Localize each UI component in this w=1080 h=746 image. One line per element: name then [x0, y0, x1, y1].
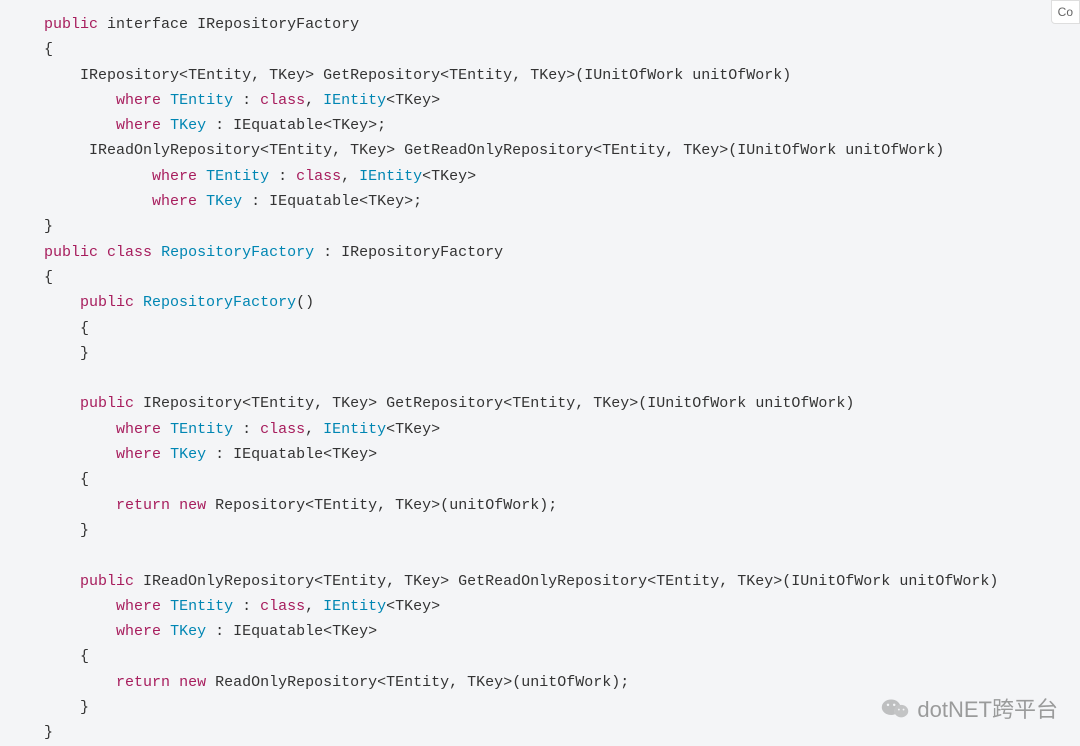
tp: TKey: [368, 193, 404, 210]
param-name: unitOfWork: [899, 573, 989, 590]
class-name: RepositoryFactory: [161, 244, 314, 261]
keyword-public: public: [80, 294, 134, 311]
param-type: IUnitOfWork: [737, 142, 836, 159]
type-iequatable: IEquatable: [269, 193, 359, 210]
arg: unitOfWork: [449, 497, 539, 514]
keyword-new: new: [179, 674, 206, 691]
tp: TEntity: [251, 395, 314, 412]
keyword-public: public: [44, 16, 98, 33]
keyword-where: where: [152, 193, 197, 210]
type-iequatable: IEquatable: [233, 117, 323, 134]
keyword-where: where: [116, 446, 161, 463]
keyword-class: class: [260, 92, 305, 109]
param-name: unitOfWork: [845, 142, 935, 159]
param-type: IUnitOfWork: [791, 573, 890, 590]
param-name: unitOfWork: [692, 67, 782, 84]
tp: TEntity: [314, 497, 377, 514]
keyword-where: where: [116, 421, 161, 438]
tp: TEntity: [206, 168, 269, 185]
tp: TEntity: [170, 92, 233, 109]
tp: TKey: [530, 67, 566, 84]
keyword-public: public: [80, 573, 134, 590]
keyword-new: new: [179, 497, 206, 514]
keyword-where: where: [116, 117, 161, 134]
method-name: GetReadOnlyRepository: [404, 142, 593, 159]
tp: TKey: [170, 117, 206, 134]
tp: TKey: [332, 395, 368, 412]
method-name: GetRepository: [386, 395, 503, 412]
keyword-where: where: [116, 92, 161, 109]
copy-button[interactable]: Co: [1051, 0, 1080, 24]
keyword-class: class: [296, 168, 341, 185]
tp: TKey: [332, 623, 368, 640]
keyword-interface: interface: [107, 16, 188, 33]
type-readonlyrepo: ReadOnlyRepository: [215, 674, 377, 691]
tp: TKey: [170, 623, 206, 640]
tp: TEntity: [188, 67, 251, 84]
type-ientity: IEntity: [359, 168, 422, 185]
param-type: IUnitOfWork: [584, 67, 683, 84]
method-name: GetReadOnlyRepository: [458, 573, 647, 590]
tp: TKey: [206, 193, 242, 210]
keyword-return: return: [116, 497, 170, 514]
tp: TEntity: [386, 674, 449, 691]
interface-name: IRepositoryFactory: [197, 16, 359, 33]
keyword-class: class: [107, 244, 152, 261]
type-ientity: IEntity: [323, 598, 386, 615]
tp: TKey: [467, 674, 503, 691]
tp: TKey: [737, 573, 773, 590]
keyword-public: public: [44, 244, 98, 261]
type-irepository: IRepository: [143, 395, 242, 412]
tp: TEntity: [656, 573, 719, 590]
tp: TKey: [404, 573, 440, 590]
tp: TEntity: [170, 421, 233, 438]
code-block: public interface IRepositoryFactory { IR…: [8, 12, 1080, 746]
type-ientity: IEntity: [323, 421, 386, 438]
param-type: IUnitOfWork: [647, 395, 746, 412]
tp: TKey: [683, 142, 719, 159]
tp: TEntity: [602, 142, 665, 159]
base-interface: IRepositoryFactory: [341, 244, 503, 261]
type-iequatable: IEquatable: [233, 623, 323, 640]
tp: TKey: [332, 446, 368, 463]
keyword-class: class: [260, 421, 305, 438]
tp: TKey: [395, 421, 431, 438]
type-iequatable: IEquatable: [233, 446, 323, 463]
tp: TKey: [170, 446, 206, 463]
type-repository: Repository: [215, 497, 305, 514]
tp: TEntity: [269, 142, 332, 159]
type-ientity: IEntity: [323, 92, 386, 109]
tp: TKey: [431, 168, 467, 185]
param-name: unitOfWork: [755, 395, 845, 412]
keyword-where: where: [152, 168, 197, 185]
keyword-class: class: [260, 598, 305, 615]
tp: TEntity: [449, 67, 512, 84]
tp: TKey: [332, 117, 368, 134]
tp: TEntity: [170, 598, 233, 615]
tp: TKey: [350, 142, 386, 159]
tp: TKey: [395, 92, 431, 109]
keyword-public: public: [80, 395, 134, 412]
ctor-name: RepositoryFactory: [143, 294, 296, 311]
tp: TKey: [395, 598, 431, 615]
tp: TKey: [593, 395, 629, 412]
keyword-return: return: [116, 674, 170, 691]
type-irepository: IRepository: [80, 67, 179, 84]
tp: TEntity: [323, 573, 386, 590]
type-ireadonlyrepo: IReadOnlyRepository: [143, 573, 314, 590]
method-name: GetRepository: [323, 67, 440, 84]
keyword-where: where: [116, 623, 161, 640]
tp: TEntity: [512, 395, 575, 412]
type-ireadonlyrepo: IReadOnlyRepository: [89, 142, 260, 159]
arg: unitOfWork: [521, 674, 611, 691]
tp: TKey: [269, 67, 305, 84]
keyword-where: where: [116, 598, 161, 615]
tp: TKey: [395, 497, 431, 514]
